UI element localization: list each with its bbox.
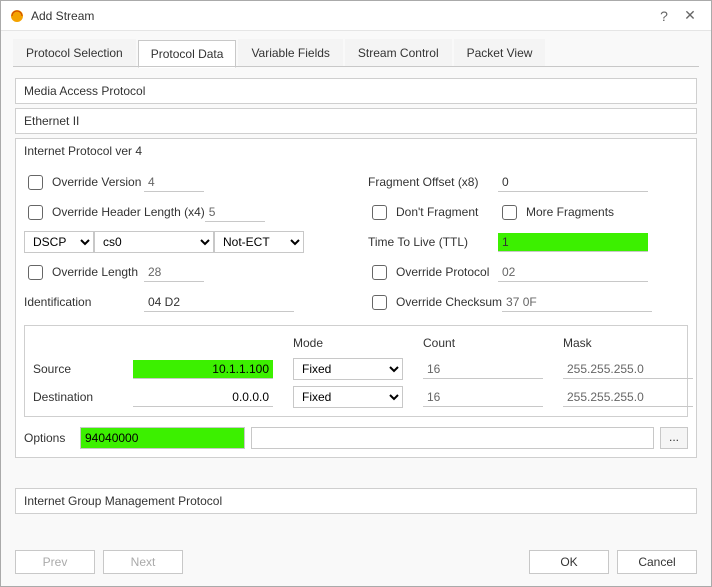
destination-mask-field[interactable]	[563, 388, 693, 407]
content-area: Media Access Protocol Ethernet II Intern…	[1, 68, 711, 514]
section-ethernet-header: Ethernet II	[16, 109, 696, 133]
app-icon	[9, 8, 25, 24]
tab-packet-view[interactable]: Packet View	[454, 39, 546, 67]
destination-count-field[interactable]	[423, 388, 543, 407]
tab-protocol-data[interactable]: Protocol Data	[138, 40, 237, 68]
destination-mode-select[interactable]: Fixed	[293, 386, 403, 408]
override-hdrlen-checkbox[interactable]	[28, 205, 43, 220]
dscp-code-select[interactable]: cs0	[94, 231, 214, 253]
cancel-button[interactable]: Cancel	[617, 550, 697, 574]
version-field[interactable]	[144, 173, 204, 192]
source-ip-field[interactable]	[133, 360, 273, 379]
section-igmp-header: Internet Group Management Protocol	[16, 489, 696, 513]
override-length-checkbox[interactable]	[28, 265, 43, 280]
ttl-field[interactable]	[498, 233, 648, 252]
more-fragments-checkbox[interactable]	[502, 205, 517, 220]
ipv4-left-column: Override Version Override Header Length …	[24, 171, 344, 321]
section-mac[interactable]: Media Access Protocol	[15, 78, 697, 104]
tab-bar: Protocol Selection Protocol Data Variabl…	[1, 31, 711, 67]
frag-offset-field[interactable]	[498, 173, 648, 192]
footer: Prev Next OK Cancel	[1, 540, 711, 586]
override-protocol-label[interactable]: Override Protocol	[368, 262, 498, 283]
identification-label: Identification	[24, 295, 144, 309]
tab-variable-fields[interactable]: Variable Fields	[238, 39, 342, 67]
dont-fragment-label[interactable]: Don't Fragment	[368, 202, 498, 223]
checksum-field[interactable]	[502, 293, 652, 312]
options-label: Options	[24, 431, 74, 445]
section-mac-header: Media Access Protocol	[16, 79, 696, 103]
tab-protocol-selection[interactable]: Protocol Selection	[13, 39, 136, 67]
ok-button[interactable]: OK	[529, 550, 609, 574]
source-count-field[interactable]	[423, 360, 543, 379]
prev-button[interactable]: Prev	[15, 550, 95, 574]
override-version-checkbox[interactable]	[28, 175, 43, 190]
dont-fragment-checkbox[interactable]	[372, 205, 387, 220]
frag-offset-label: Fragment Offset (x8)	[368, 175, 498, 189]
addr-header-mode: Mode	[293, 336, 413, 352]
protocol-field[interactable]	[498, 263, 648, 282]
options-browse-button[interactable]: ...	[660, 427, 688, 449]
destination-ip-field[interactable]	[133, 388, 273, 407]
dialog-add-stream: Add Stream ? ✕ Protocol Selection Protoc…	[0, 0, 712, 587]
source-mask-field[interactable]	[563, 360, 693, 379]
section-ipv4-header: Internet Protocol ver 4	[16, 139, 696, 163]
override-protocol-checkbox[interactable]	[372, 265, 387, 280]
window-title: Add Stream	[31, 9, 651, 23]
next-button[interactable]: Next	[103, 550, 183, 574]
dscp-type-select[interactable]: DSCP	[24, 231, 94, 253]
override-checksum-label[interactable]: Override Checksum	[368, 292, 502, 313]
hdrlen-field[interactable]	[205, 203, 265, 222]
more-fragments-label[interactable]: More Fragments	[498, 202, 618, 223]
help-icon[interactable]: ?	[651, 8, 677, 24]
override-length-label[interactable]: Override Length	[24, 262, 144, 283]
override-version-label[interactable]: Override Version	[24, 172, 144, 193]
length-field[interactable]	[144, 263, 204, 282]
addr-header-mask: Mask	[563, 336, 703, 352]
addr-header-count: Count	[423, 336, 553, 352]
section-igmp[interactable]: Internet Group Management Protocol	[15, 488, 697, 514]
tab-stream-control[interactable]: Stream Control	[345, 39, 452, 67]
section-ipv4: Internet Protocol ver 4 Override Version…	[15, 138, 697, 458]
source-mode-select[interactable]: Fixed	[293, 358, 403, 380]
destination-label: Destination	[33, 390, 123, 404]
address-block: Mode Count Mask Source Fixed Destination…	[24, 325, 688, 417]
override-checksum-checkbox[interactable]	[372, 295, 387, 310]
close-icon[interactable]: ✕	[677, 7, 703, 24]
section-ethernet[interactable]: Ethernet II	[15, 108, 697, 134]
options-field-extra[interactable]	[251, 427, 654, 449]
dscp-ecn-select[interactable]: Not-ECT	[214, 231, 304, 253]
ttl-label: Time To Live (TTL)	[368, 235, 498, 249]
ipv4-right-column: Fragment Offset (x8) Don't Fragment More…	[368, 171, 688, 321]
options-value-highlight[interactable]	[80, 427, 245, 449]
override-hdrlen-label[interactable]: Override Header Length (x4)	[24, 202, 205, 223]
identification-field[interactable]	[144, 293, 294, 312]
titlebar: Add Stream ? ✕	[1, 1, 711, 31]
source-label: Source	[33, 362, 123, 376]
